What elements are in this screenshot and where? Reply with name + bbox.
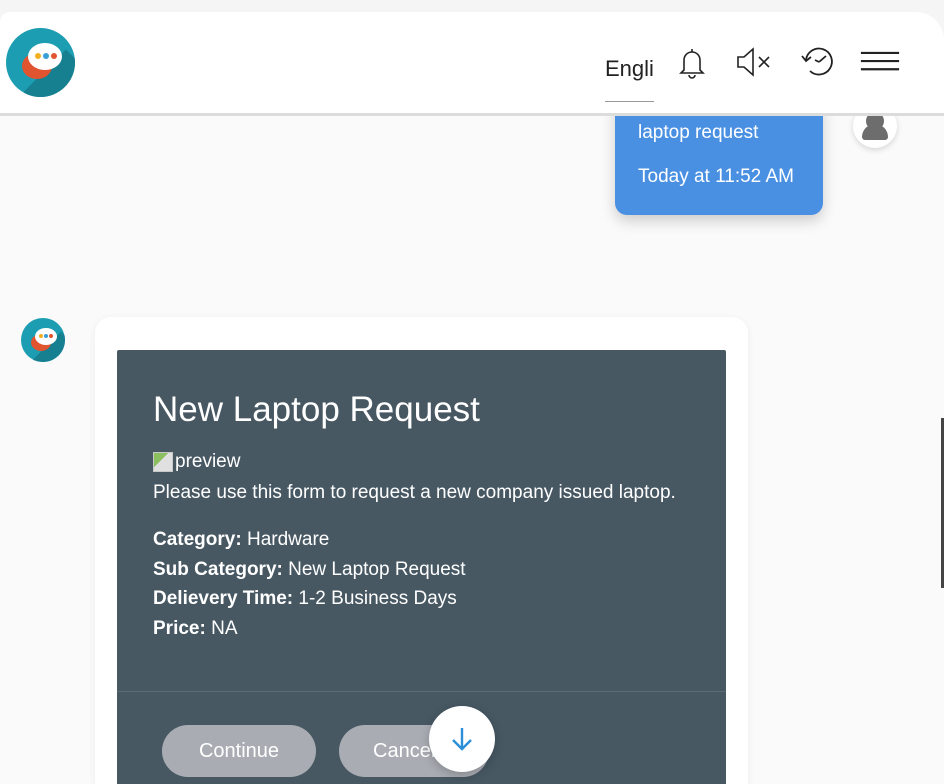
continue-button[interactable]: Continue — [162, 725, 316, 777]
form-description: Please use this form to request a new co… — [153, 482, 676, 503]
request-form-card: New Laptop Request preview Please use th… — [117, 350, 726, 784]
bell-icon[interactable] — [672, 42, 712, 82]
arrow-down-icon — [452, 728, 472, 751]
scroll-down-button[interactable] — [429, 706, 495, 772]
header: English — [0, 12, 944, 116]
chat-thread[interactable]: laptop request Today at 11:52 AM New Lap… — [0, 97, 944, 784]
menu-icon[interactable] — [860, 42, 904, 82]
detail-row-price: Price: NA — [153, 617, 238, 639]
card-divider — [117, 691, 726, 692]
bot-message: New Laptop Request preview Please use th… — [95, 317, 748, 784]
chat-logo — [6, 28, 75, 97]
detail-row-category: Category: Hardware — [153, 529, 330, 550]
user-message-time: Today at 11:52 AM — [638, 166, 794, 187]
broken-image-icon — [153, 452, 173, 472]
chat-app: English — [0, 12, 944, 784]
form-details: Category: Hardware Sub Category: New Lap… — [153, 525, 466, 643]
detail-row-delivery-time: Delievery Time: 1-2 Business Days — [153, 588, 457, 609]
preview-image: preview — [153, 450, 240, 474]
preview-alt-text: preview — [175, 451, 241, 472]
form-title: New Laptop Request — [153, 390, 480, 429]
user-message-text: laptop request — [638, 122, 759, 143]
detail-row-subcategory: Sub Category: New Laptop Request — [153, 558, 466, 580]
mute-icon[interactable] — [735, 42, 775, 82]
bot-avatar — [21, 318, 65, 362]
language-selector[interactable]: English — [605, 52, 654, 102]
history-icon[interactable] — [799, 42, 839, 82]
